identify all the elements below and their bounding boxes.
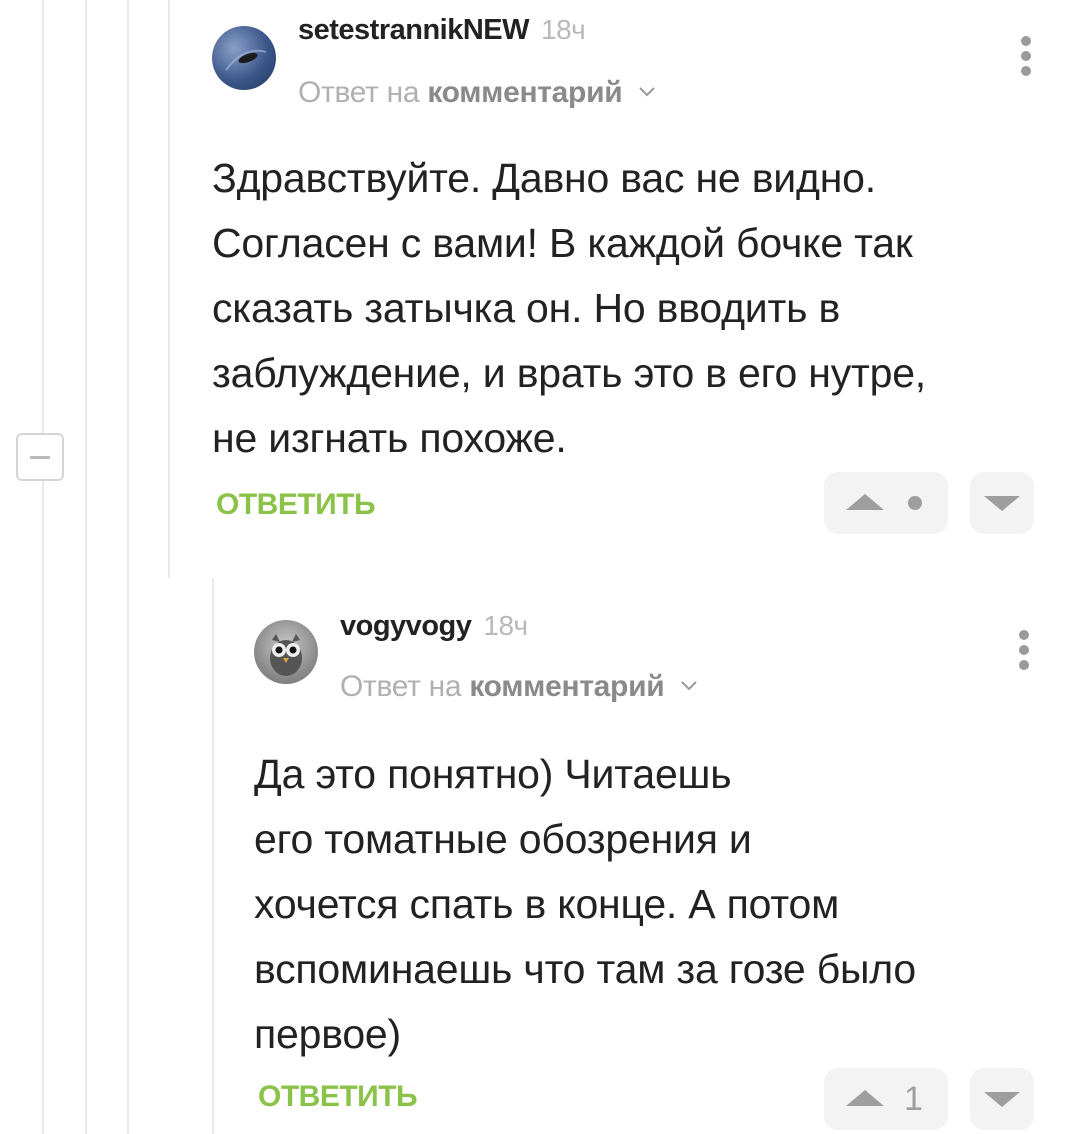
arrow-down-icon xyxy=(984,1092,1020,1107)
arrow-down-icon xyxy=(984,496,1020,511)
thread-line xyxy=(42,0,44,1134)
thread-line xyxy=(127,0,129,1134)
reply-to-link[interactable]: комментарий xyxy=(469,670,664,703)
reply-to-prefix: Ответ на xyxy=(340,670,462,703)
more-vertical-icon[interactable] xyxy=(1014,628,1034,676)
comment-time: 18ч xyxy=(483,610,528,641)
arrow-up-icon xyxy=(846,1090,884,1106)
author-name[interactable]: vogyvogy xyxy=(340,610,472,642)
reply-to: Ответ на комментарий xyxy=(340,666,698,704)
avatar[interactable] xyxy=(212,26,276,90)
minus-icon xyxy=(30,456,50,459)
thread-line xyxy=(85,0,87,1134)
owl-avatar-image xyxy=(270,634,302,676)
more-vertical-icon[interactable] xyxy=(1016,34,1036,82)
author-name[interactable]: setestrannikNEW xyxy=(298,14,530,46)
thread-line xyxy=(168,0,170,578)
vote-up-button[interactable]: 1 xyxy=(824,1068,948,1130)
vote-up-button[interactable] xyxy=(824,472,948,534)
vote-down-button[interactable] xyxy=(970,472,1034,534)
thread-line xyxy=(212,578,214,1134)
chevron-down-icon[interactable] xyxy=(638,72,656,106)
reply-button[interactable]: ОТВЕТИТЬ xyxy=(258,1080,418,1114)
avatar[interactable] xyxy=(254,620,318,684)
comment-time: 18ч xyxy=(541,14,586,45)
rating-hidden-dot xyxy=(908,496,922,510)
reply-to: Ответ на комментарий xyxy=(298,72,656,110)
comment-text: Да это понятно) Читаешь его томатные обо… xyxy=(254,751,917,1057)
reply-to-prefix: Ответ на xyxy=(298,76,420,109)
avatar-image xyxy=(225,49,267,71)
rating-value: 1 xyxy=(904,1080,923,1118)
vote-down-button[interactable] xyxy=(970,1068,1034,1130)
chevron-down-icon[interactable] xyxy=(680,666,698,700)
comments-thread: setestrannikNEW 18ч Ответ на комментарий … xyxy=(0,0,1080,1134)
comment-text: Здравствуйте. Давно вас не видно. Соглас… xyxy=(212,155,926,461)
reply-button[interactable]: ОТВЕТИТЬ xyxy=(216,488,376,522)
collapse-thread-button[interactable] xyxy=(16,433,64,481)
comment-author[interactable]: vogyvogy 18ч xyxy=(340,610,528,643)
comment-author[interactable]: setestrannikNEW 18ч xyxy=(298,14,586,47)
arrow-up-icon xyxy=(846,494,884,510)
reply-to-link[interactable]: комментарий xyxy=(427,76,622,109)
